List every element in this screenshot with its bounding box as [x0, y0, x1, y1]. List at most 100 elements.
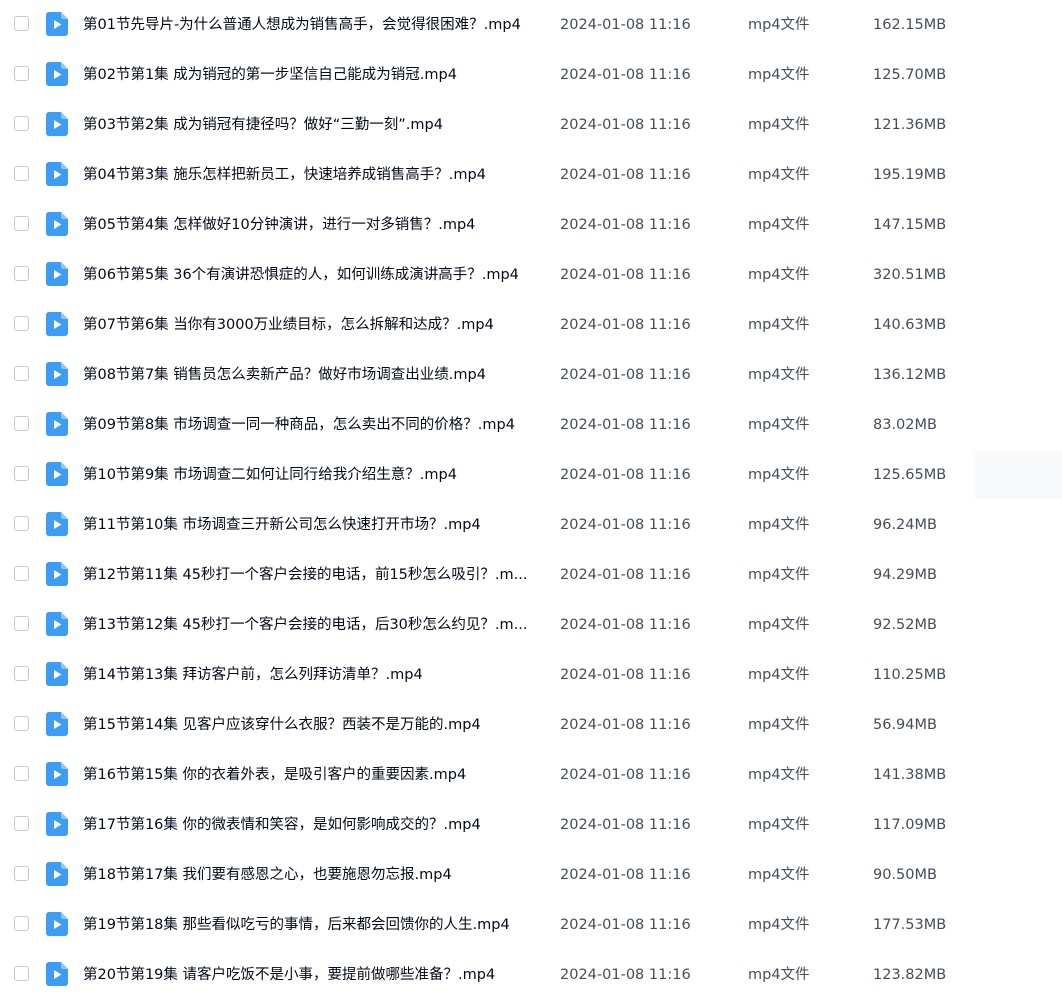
video-file-icon: [46, 112, 68, 136]
file-row[interactable]: 第07节第6集 当你有3000万业绩目标，怎么拆解和达成？.mp4 2024-0…: [0, 300, 1062, 350]
file-row[interactable]: 第18节第17集 我们要有感恩之心，也要施恩勿忘报.mp4 2024-01-08…: [0, 850, 1062, 900]
file-row[interactable]: 第16节第15集 你的衣着外表，是吸引客户的重要因素.mp4 2024-01-0…: [0, 750, 1062, 800]
file-name[interactable]: 第16节第15集 你的衣着外表，是吸引客户的重要因素.mp4: [83, 765, 538, 785]
file-name[interactable]: 第14节第13集 拜访客户前，怎么列拜访清单？.mp4: [83, 665, 538, 685]
file-row[interactable]: 第02节第1集 成为销冠的第一步坚信自己能成为销冠.mp4 2024-01-08…: [0, 50, 1062, 100]
file-name[interactable]: 第17节第16集 你的微表情和笑容，是如何影响成交的？.mp4: [83, 815, 538, 835]
modified-date: 2024-01-08 11:16: [560, 417, 691, 433]
file-row[interactable]: 第15节第14集 见客户应该穿什么衣服？西装不是万能的.mp4 2024-01-…: [0, 700, 1062, 750]
file-name[interactable]: 第04节第3集 施乐怎样把新员工，快速培养成销售高手？.mp4: [83, 165, 538, 185]
file-row[interactable]: 第12节第11集 45秒打一个客户会接的电话，前15秒怎么吸引？.m... 20…: [0, 550, 1062, 600]
file-row[interactable]: 第03节第2集 成为销冠有捷径吗？做好“三勤一刻”.mp4 2024-01-08…: [0, 100, 1062, 150]
video-file-icon: [46, 512, 68, 536]
file-type: mp4文件: [748, 417, 810, 433]
modified-date: 2024-01-08 11:16: [560, 967, 691, 983]
file-size: 162.15MB: [873, 17, 947, 33]
file-size: 90.50MB: [873, 867, 937, 883]
file-name[interactable]: 第02节第1集 成为销冠的第一步坚信自己能成为销冠.mp4: [83, 65, 538, 85]
modified-date: 2024-01-08 11:16: [560, 217, 691, 233]
modified-date: 2024-01-08 11:16: [560, 467, 691, 483]
modified-date: 2024-01-08 11:16: [560, 517, 691, 533]
file-type: mp4文件: [748, 867, 810, 883]
row-checkbox[interactable]: [14, 16, 29, 31]
video-file-icon: [46, 812, 68, 836]
file-type: mp4文件: [748, 117, 810, 133]
video-file-icon: [46, 912, 68, 936]
row-checkbox[interactable]: [14, 766, 29, 781]
row-checkbox[interactable]: [14, 116, 29, 131]
row-checkbox[interactable]: [14, 166, 29, 181]
modified-date: 2024-01-08 11:16: [560, 267, 691, 283]
file-type: mp4文件: [748, 217, 810, 233]
file-size: 195.19MB: [873, 167, 947, 183]
row-checkbox[interactable]: [14, 966, 29, 981]
modified-date: 2024-01-08 11:16: [560, 567, 691, 583]
file-row[interactable]: 第17节第16集 你的微表情和笑容，是如何影响成交的？.mp4 2024-01-…: [0, 800, 1062, 850]
file-type: mp4文件: [748, 317, 810, 333]
file-name[interactable]: 第13节第12集 45秒打一个客户会接的电话，后30秒怎么约见？.m...: [83, 615, 538, 635]
video-file-icon: [46, 262, 68, 286]
file-row[interactable]: 第19节第18集 那些看似吃亏的事情，后来都会回馈你的人生.mp4 2024-0…: [0, 900, 1062, 950]
modified-date: 2024-01-08 11:16: [560, 17, 691, 33]
file-type: mp4文件: [748, 517, 810, 533]
file-row[interactable]: 第06节第5集 36个有演讲恐惧症的人，如何训练成演讲高手？.mp4 2024-…: [0, 250, 1062, 300]
row-checkbox[interactable]: [14, 866, 29, 881]
file-size: 96.24MB: [873, 517, 937, 533]
file-size: 117.09MB: [873, 817, 947, 833]
file-name[interactable]: 第08节第7集 销售员怎么卖新产品？做好市场调查出业绩.mp4: [83, 365, 538, 385]
row-checkbox[interactable]: [14, 66, 29, 81]
file-type: mp4文件: [748, 17, 810, 33]
file-name[interactable]: 第03节第2集 成为销冠有捷径吗？做好“三勤一刻”.mp4: [83, 115, 538, 135]
video-file-icon: [46, 12, 68, 36]
modified-date: 2024-01-08 11:16: [560, 367, 691, 383]
row-checkbox[interactable]: [14, 666, 29, 681]
file-name[interactable]: 第18节第17集 我们要有感恩之心，也要施恩勿忘报.mp4: [83, 865, 538, 885]
video-file-icon: [46, 362, 68, 386]
modified-date: 2024-01-08 11:16: [560, 117, 691, 133]
file-row[interactable]: 第14节第13集 拜访客户前，怎么列拜访清单？.mp4 2024-01-08 1…: [0, 650, 1062, 700]
file-row[interactable]: 第09节第8集 市场调查一同一种商品，怎么卖出不同的价格？.mp4 2024-0…: [0, 400, 1062, 450]
row-checkbox[interactable]: [14, 616, 29, 631]
file-row[interactable]: 第20节第19集 请客户吃饭不是小事，要提前做哪些准备？.mp4 2024-01…: [0, 950, 1062, 1000]
file-row[interactable]: 第10节第9集 市场调查二如何让同行给我介绍生意？.mp4 2024-01-08…: [0, 450, 1062, 500]
row-checkbox[interactable]: [14, 566, 29, 581]
file-type: mp4文件: [748, 917, 810, 933]
file-name[interactable]: 第20节第19集 请客户吃饭不是小事，要提前做哪些准备？.mp4: [83, 965, 538, 985]
file-size: 177.53MB: [873, 917, 947, 933]
file-name[interactable]: 第01节先导片-为什么普通人想成为销售高手，会觉得很困难？.mp4: [83, 15, 538, 35]
file-name[interactable]: 第06节第5集 36个有演讲恐惧症的人，如何训练成演讲高手？.mp4: [83, 265, 538, 285]
file-name[interactable]: 第07节第6集 当你有3000万业绩目标，怎么拆解和达成？.mp4: [83, 315, 538, 335]
modified-date: 2024-01-08 11:16: [560, 167, 691, 183]
video-file-icon: [46, 62, 68, 86]
file-row[interactable]: 第11节第10集 市场调查三开新公司怎么快速打开市场？.mp4 2024-01-…: [0, 500, 1062, 550]
row-checkbox[interactable]: [14, 466, 29, 481]
file-row[interactable]: 第01节先导片-为什么普通人想成为销售高手，会觉得很困难？.mp4 2024-0…: [0, 0, 1062, 50]
file-row[interactable]: 第08节第7集 销售员怎么卖新产品？做好市场调查出业绩.mp4 2024-01-…: [0, 350, 1062, 400]
file-type: mp4文件: [748, 267, 810, 283]
row-checkbox[interactable]: [14, 816, 29, 831]
file-name[interactable]: 第11节第10集 市场调查三开新公司怎么快速打开市场？.mp4: [83, 515, 538, 535]
file-name[interactable]: 第15节第14集 见客户应该穿什么衣服？西装不是万能的.mp4: [83, 715, 538, 735]
file-type: mp4文件: [748, 567, 810, 583]
modified-date: 2024-01-08 11:16: [560, 317, 691, 333]
row-checkbox[interactable]: [14, 916, 29, 931]
file-row[interactable]: 第04节第3集 施乐怎样把新员工，快速培养成销售高手？.mp4 2024-01-…: [0, 150, 1062, 200]
modified-date: 2024-01-08 11:16: [560, 717, 691, 733]
file-name[interactable]: 第05节第4集 怎样做好10分钟演讲，进行一对多销售？.mp4: [83, 215, 538, 235]
row-checkbox[interactable]: [14, 516, 29, 531]
row-checkbox[interactable]: [14, 316, 29, 331]
file-name[interactable]: 第19节第18集 那些看似吃亏的事情，后来都会回馈你的人生.mp4: [83, 915, 538, 935]
row-checkbox[interactable]: [14, 366, 29, 381]
file-name[interactable]: 第12节第11集 45秒打一个客户会接的电话，前15秒怎么吸引？.m...: [83, 565, 538, 585]
row-checkbox[interactable]: [14, 416, 29, 431]
file-row[interactable]: 第13节第12集 45秒打一个客户会接的电话，后30秒怎么约见？.m... 20…: [0, 600, 1062, 650]
file-row[interactable]: 第05节第4集 怎样做好10分钟演讲，进行一对多销售？.mp4 2024-01-…: [0, 200, 1062, 250]
row-checkbox[interactable]: [14, 216, 29, 231]
file-type: mp4文件: [748, 767, 810, 783]
row-checkbox[interactable]: [14, 716, 29, 731]
file-name[interactable]: 第09节第8集 市场调查一同一种商品，怎么卖出不同的价格？.mp4: [83, 415, 538, 435]
file-size: 136.12MB: [873, 367, 947, 383]
video-file-icon: [46, 412, 68, 436]
file-name[interactable]: 第10节第9集 市场调查二如何让同行给我介绍生意？.mp4: [83, 465, 538, 485]
row-checkbox[interactable]: [14, 266, 29, 281]
